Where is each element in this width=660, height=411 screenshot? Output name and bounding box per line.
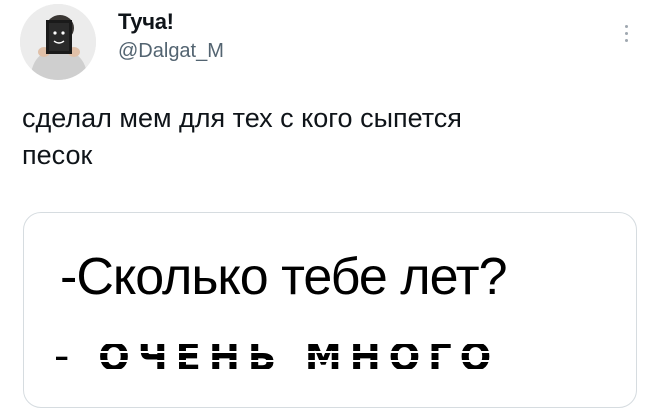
more-dot bbox=[624, 24, 628, 28]
media-card[interactable]: -Сколько тебе лет? - ОЧЕНЬ МНОГО bbox=[23, 212, 637, 408]
more-dot bbox=[624, 31, 628, 35]
avatar-image bbox=[20, 4, 96, 80]
author-display-name[interactable]: Туча! bbox=[118, 8, 224, 36]
avatar[interactable] bbox=[20, 4, 96, 80]
more-vertical-icon[interactable] bbox=[616, 20, 636, 46]
meme-question-text: -Сколько тебе лет? bbox=[60, 248, 508, 306]
meme-answer-text: - ОЧЕНЬ МНОГО bbox=[54, 336, 500, 379]
author-handle[interactable]: @Dalgat_M bbox=[118, 38, 224, 64]
tweet-text: сделал мем для тех с кого сыпется песок bbox=[22, 103, 462, 170]
more-dot bbox=[624, 38, 628, 42]
tweet: Туча! @Dalgat_M сделал мем для тех с ког… bbox=[0, 0, 660, 411]
author-info: Туча! @Dalgat_M bbox=[118, 8, 224, 64]
